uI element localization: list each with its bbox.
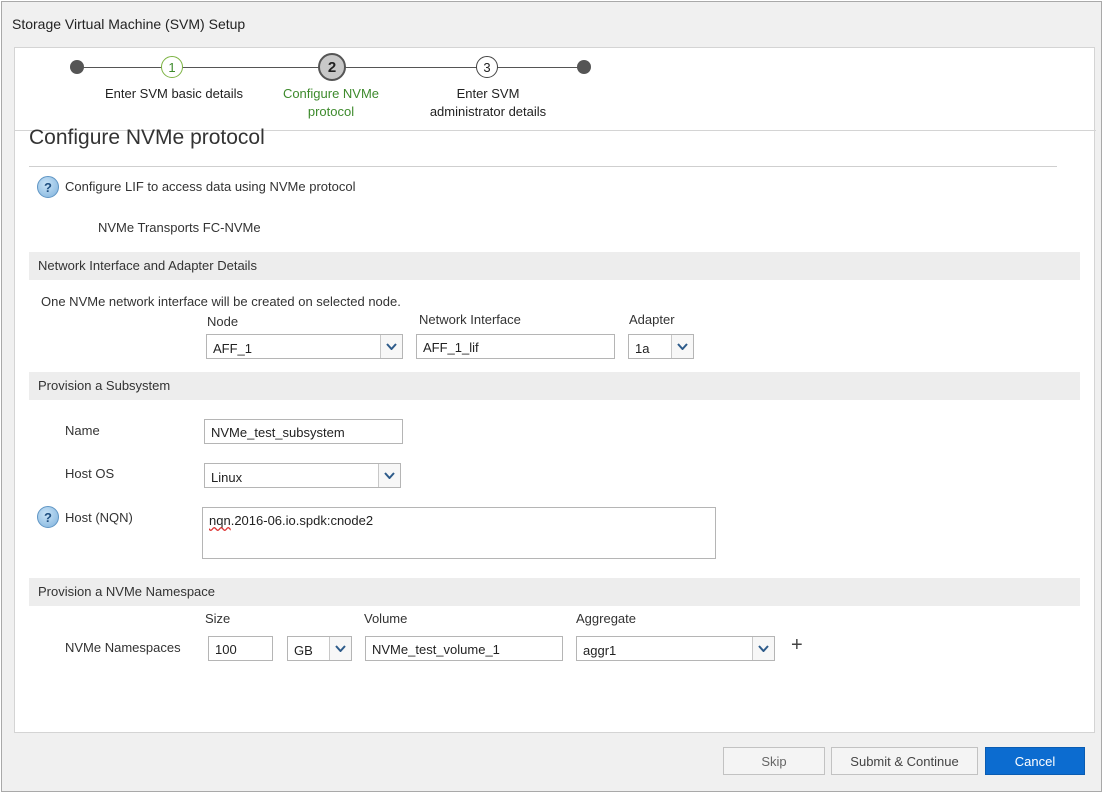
- size-unit-select[interactable]: GB: [287, 636, 352, 661]
- node-select-value: AFF_1: [213, 341, 253, 356]
- wizard-step-1-label[interactable]: Enter SVM basic details: [81, 85, 267, 103]
- node-select[interactable]: AFF_1: [206, 334, 403, 359]
- chevron-down-icon[interactable]: [671, 335, 693, 358]
- volume-label: Volume: [364, 611, 408, 626]
- size-label: Size: [205, 611, 231, 626]
- skip-button[interactable]: Skip: [723, 747, 825, 775]
- network-interface-input[interactable]: AFF_1_lif: [416, 334, 615, 359]
- dialog-window: Storage Virtual Machine (SVM) Setup 1 2 …: [1, 1, 1102, 792]
- submit-continue-button[interactable]: Submit & Continue: [831, 747, 978, 775]
- subsystem-section-header: Provision a Subsystem: [29, 372, 1080, 400]
- node-label: Node: [207, 314, 239, 329]
- wizard-step-1-label-text: Enter SVM basic details: [104, 86, 243, 101]
- host-nqn-value-rest: .2016-06.io.spdk:cnode2: [230, 513, 374, 528]
- aggregate-label: Aggregate: [576, 611, 636, 626]
- size-input[interactable]: 100: [208, 636, 273, 661]
- host-os-select[interactable]: Linux: [204, 463, 401, 488]
- wizard-end-dot: [577, 60, 591, 74]
- network-section-header: Network Interface and Adapter Details: [29, 252, 1080, 280]
- wizard-step-2-label-line1: Configure NVMe: [282, 86, 380, 101]
- nvme-transports: NVMe Transports FC-NVMe: [98, 220, 261, 235]
- host-os-select-value: Linux: [211, 470, 243, 485]
- wizard-start-dot: [70, 60, 84, 74]
- page-title: Configure NVMe protocol: [29, 126, 265, 149]
- wizard-step-3-label-line2: administrator details: [429, 104, 547, 119]
- subsystem-name-label: Name: [65, 423, 100, 438]
- aggregate-select[interactable]: aggr1: [576, 636, 775, 661]
- dialog-content: 1 2 3 Enter SVM basic details Configure …: [14, 47, 1096, 733]
- host-nqn-label: Host (NQN): [65, 510, 133, 525]
- wizard-step-1-circle[interactable]: 1: [161, 56, 183, 78]
- network-info-text: One NVMe network interface will be creat…: [41, 294, 401, 309]
- adapter-select-value: 1a: [635, 341, 650, 356]
- namespace-section-header: Provision a NVMe Namespace: [29, 578, 1080, 606]
- wizard-step-3-label-line1: Enter SVM: [456, 86, 520, 101]
- nvme-transports-value: FC-NVMe: [202, 220, 261, 235]
- nvme-transports-label: NVMe Transports: [98, 220, 200, 235]
- adapter-select[interactable]: 1a: [628, 334, 694, 359]
- host-nqn-textarea[interactable]: nqn.2016-06.io.spdk:cnode2: [202, 507, 716, 559]
- heading-divider: [29, 166, 1057, 167]
- volume-input[interactable]: NVMe_test_volume_1: [365, 636, 563, 661]
- chevron-down-icon[interactable]: [329, 637, 351, 660]
- adapter-label: Adapter: [629, 312, 675, 327]
- nvme-namespaces-label: NVMe Namespaces: [65, 640, 181, 655]
- wizard-step-3-label: Enter SVM administrator details: [413, 85, 563, 121]
- namespace-section-title: Provision a NVMe Namespace: [38, 584, 216, 599]
- subsystem-name-input[interactable]: NVMe_test_subsystem: [204, 419, 403, 444]
- wizard-step-2-label-line2: protocol: [307, 104, 355, 119]
- network-section-title: Network Interface and Adapter Details: [38, 258, 257, 273]
- subsystem-section-title: Provision a Subsystem: [38, 378, 171, 393]
- help-description: Configure LIF to access data using NVMe …: [65, 179, 356, 194]
- aggregate-select-value: aggr1: [583, 643, 617, 658]
- chevron-down-icon[interactable]: [380, 335, 402, 358]
- chevron-down-icon[interactable]: [378, 464, 400, 487]
- dialog-title: Storage Virtual Machine (SVM) Setup: [12, 16, 246, 32]
- host-nqn-value-prefix: nqn: [209, 513, 231, 528]
- chevron-down-icon[interactable]: [752, 637, 774, 660]
- question-mark-icon[interactable]: ?: [37, 176, 59, 198]
- network-interface-label: Network Interface: [419, 312, 521, 327]
- plus-icon[interactable]: +: [791, 635, 803, 655]
- size-unit-value: GB: [294, 643, 313, 658]
- wizard-step-2-label: Configure NVMe protocol: [261, 85, 401, 121]
- cancel-button[interactable]: Cancel: [985, 747, 1085, 775]
- wizard-step-2-circle: 2: [318, 53, 346, 81]
- question-mark-icon[interactable]: ?: [37, 506, 59, 528]
- wizard-step-3-circle: 3: [476, 56, 498, 78]
- host-os-label: Host OS: [65, 466, 115, 481]
